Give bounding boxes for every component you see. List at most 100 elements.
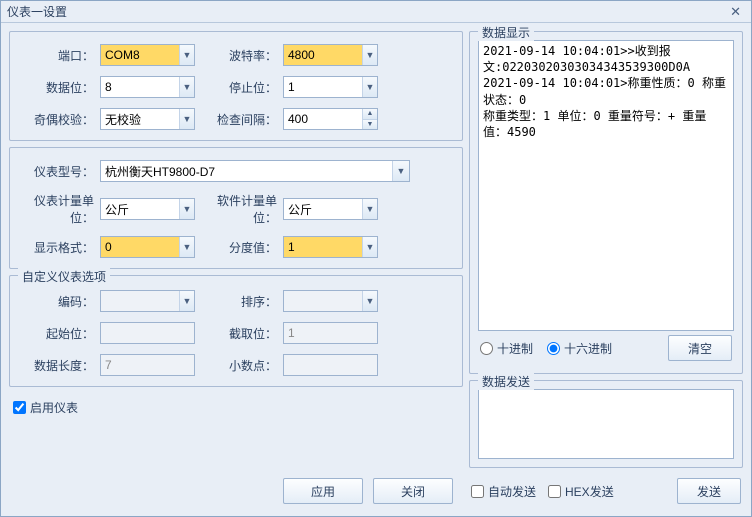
stopbits-combo[interactable]: ▼ bbox=[283, 76, 378, 98]
division-combo[interactable]: ▼ bbox=[283, 236, 378, 258]
decimal-input bbox=[284, 355, 377, 375]
datalen-label: 数据长度： bbox=[20, 357, 100, 374]
stopbits-input[interactable] bbox=[284, 77, 362, 97]
send-button[interactable]: 发送 bbox=[677, 478, 741, 504]
startbit-field bbox=[100, 322, 195, 344]
databits-label: 数据位： bbox=[20, 79, 100, 96]
chevron-down-icon[interactable]: ▼ bbox=[362, 237, 377, 257]
startbit-label: 起始位： bbox=[20, 325, 100, 342]
chevron-down-icon[interactable]: ▼ bbox=[362, 45, 377, 65]
spinner-buttons[interactable]: ▲▼ bbox=[362, 109, 377, 129]
model-combo[interactable]: ▼ bbox=[100, 160, 410, 182]
data-display-title: 数据显示 bbox=[478, 24, 534, 41]
close-icon[interactable]: ✕ bbox=[726, 4, 745, 20]
encoding-label: 编码： bbox=[20, 293, 100, 310]
body: 端口： ▼ 波特率： ▼ 数据位： ▼ bbox=[1, 23, 751, 516]
format-input[interactable] bbox=[101, 237, 179, 257]
enable-row: 启用仪表 bbox=[9, 393, 463, 422]
chevron-down-icon[interactable]: ▼ bbox=[363, 120, 377, 130]
chevron-down-icon[interactable]: ▼ bbox=[362, 77, 377, 97]
interval-label: 检查间隔： bbox=[213, 111, 283, 128]
chevron-down-icon[interactable]: ▼ bbox=[179, 77, 194, 97]
decimal-radio-label[interactable]: 十进制 bbox=[480, 340, 533, 357]
chevron-down-icon: ▼ bbox=[362, 291, 377, 311]
parity-input[interactable] bbox=[101, 109, 179, 129]
send-textarea[interactable] bbox=[478, 389, 734, 459]
port-input[interactable] bbox=[101, 45, 179, 65]
cutbit-input bbox=[284, 323, 377, 343]
parity-combo[interactable]: ▼ bbox=[100, 108, 195, 130]
unit1-combo[interactable]: ▼ bbox=[100, 198, 195, 220]
comm-group: 端口： ▼ 波特率： ▼ 数据位： ▼ bbox=[9, 31, 463, 141]
sort-combo: ▼ bbox=[283, 290, 378, 312]
format-label: 显示格式： bbox=[20, 239, 100, 256]
baud-combo[interactable]: ▼ bbox=[283, 44, 378, 66]
chevron-up-icon[interactable]: ▲ bbox=[363, 109, 377, 120]
databits-input[interactable] bbox=[101, 77, 179, 97]
display-textarea[interactable]: 2021-09-14 10:04:01>>收到报 文:0220302030303… bbox=[478, 40, 734, 331]
enable-checkbox[interactable] bbox=[13, 401, 26, 414]
model-label: 仪表型号： bbox=[20, 163, 100, 180]
data-send-title: 数据发送 bbox=[478, 373, 534, 390]
window-title: 仪表一设置 bbox=[7, 3, 67, 20]
interval-spinner[interactable]: ▲▼ bbox=[283, 108, 378, 130]
data-send-group: 数据发送 bbox=[469, 380, 743, 468]
close-button[interactable]: 关闭 bbox=[373, 478, 453, 504]
encoding-combo: ▼ bbox=[100, 290, 195, 312]
sort-input bbox=[284, 291, 362, 311]
chevron-down-icon[interactable]: ▼ bbox=[179, 237, 194, 257]
chevron-down-icon[interactable]: ▼ bbox=[179, 199, 194, 219]
chevron-down-icon[interactable]: ▼ bbox=[392, 161, 409, 181]
datalen-input bbox=[101, 355, 194, 375]
decimal-label: 小数点： bbox=[213, 357, 283, 374]
interval-input[interactable] bbox=[284, 109, 362, 129]
baud-label: 波特率： bbox=[213, 47, 283, 64]
unit2-label: 软件计量单位： bbox=[213, 192, 283, 226]
unit2-combo[interactable]: ▼ bbox=[283, 198, 378, 220]
parity-label: 奇偶校验： bbox=[20, 111, 100, 128]
chevron-down-icon: ▼ bbox=[179, 291, 194, 311]
hex-radio[interactable] bbox=[547, 342, 560, 355]
division-label: 分度值： bbox=[213, 239, 283, 256]
sort-label: 排序： bbox=[213, 293, 283, 310]
format-combo[interactable]: ▼ bbox=[100, 236, 195, 258]
left-pane: 端口： ▼ 波特率： ▼ 数据位： ▼ bbox=[9, 31, 463, 508]
port-label: 端口： bbox=[20, 47, 100, 64]
chevron-down-icon[interactable]: ▼ bbox=[179, 45, 194, 65]
data-display-group: 数据显示 2021-09-14 10:04:01>>收到报 文:02203020… bbox=[469, 31, 743, 374]
hexsend-checkbox[interactable] bbox=[548, 485, 561, 498]
decimal-field bbox=[283, 354, 378, 376]
encoding-input bbox=[101, 291, 179, 311]
stopbits-label: 停止位： bbox=[213, 79, 283, 96]
unit1-label: 仪表计量单位： bbox=[20, 192, 100, 226]
settings-window: 仪表一设置 ✕ 端口： ▼ 波特率： ▼ bbox=[0, 0, 752, 517]
hexsend-label[interactable]: HEX发送 bbox=[548, 483, 614, 500]
custom-group-title: 自定义仪表选项 bbox=[18, 268, 110, 285]
clear-button[interactable]: 清空 bbox=[668, 335, 732, 361]
model-input[interactable] bbox=[101, 161, 392, 181]
chevron-down-icon[interactable]: ▼ bbox=[362, 199, 377, 219]
chevron-down-icon[interactable]: ▼ bbox=[179, 109, 194, 129]
right-pane: 数据显示 2021-09-14 10:04:01>>收到报 文:02203020… bbox=[469, 31, 743, 508]
baud-input[interactable] bbox=[284, 45, 362, 65]
cutbit-label: 截取位： bbox=[213, 325, 283, 342]
decimal-radio[interactable] bbox=[480, 342, 493, 355]
send-options-row: 自动发送 HEX发送 发送 bbox=[469, 474, 743, 508]
radix-row: 十进制 十六进制 清空 bbox=[478, 331, 734, 365]
unit1-input[interactable] bbox=[101, 199, 179, 219]
hex-radio-label[interactable]: 十六进制 bbox=[547, 340, 612, 357]
autosend-label[interactable]: 自动发送 bbox=[471, 483, 536, 500]
custom-group: 自定义仪表选项 编码： ▼ 排序： ▼ 起始位： bbox=[9, 275, 463, 387]
autosend-checkbox[interactable] bbox=[471, 485, 484, 498]
port-combo[interactable]: ▼ bbox=[100, 44, 195, 66]
left-buttons: 应用 关闭 bbox=[9, 472, 463, 508]
meter-group: 仪表型号： ▼ 仪表计量单位： ▼ 软件计量单位： bbox=[9, 147, 463, 269]
unit2-input[interactable] bbox=[284, 199, 362, 219]
datalen-field bbox=[100, 354, 195, 376]
enable-label: 启用仪表 bbox=[30, 399, 78, 416]
cutbit-field bbox=[283, 322, 378, 344]
titlebar: 仪表一设置 ✕ bbox=[1, 1, 751, 23]
apply-button[interactable]: 应用 bbox=[283, 478, 363, 504]
division-input[interactable] bbox=[284, 237, 362, 257]
databits-combo[interactable]: ▼ bbox=[100, 76, 195, 98]
